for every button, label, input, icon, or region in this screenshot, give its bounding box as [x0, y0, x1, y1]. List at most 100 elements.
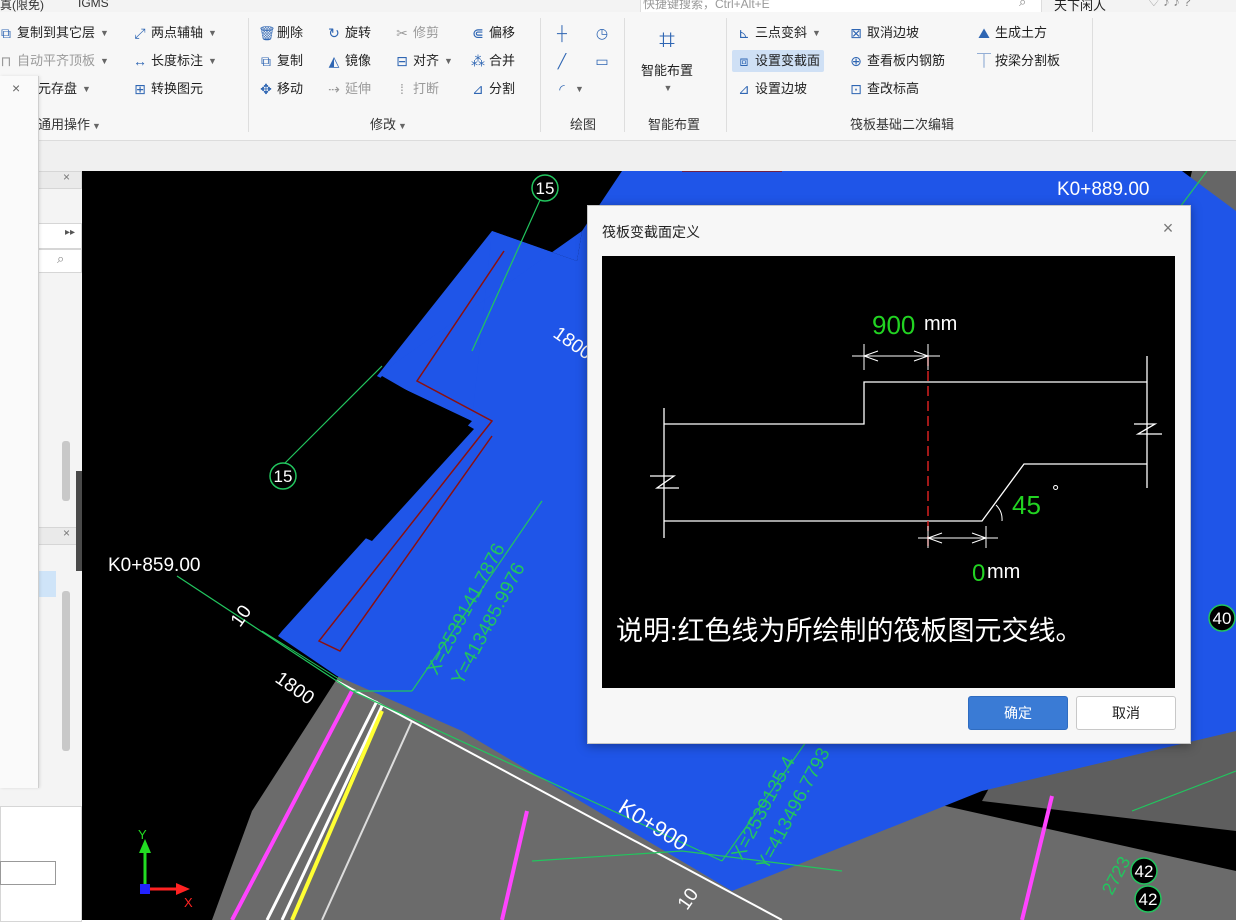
copy-to-layers-button[interactable]: ⧉ 复制到其它层 ▼	[0, 22, 109, 44]
search-icon[interactable]: ⌕	[1019, 0, 1026, 10]
line-draw-button[interactable]: ╱	[554, 50, 570, 72]
move-button[interactable]: ✥ 移动	[258, 78, 303, 100]
close-icon[interactable]: ×	[1158, 218, 1178, 238]
split-button[interactable]: ⊿ 分割	[470, 78, 515, 100]
axis-label-42b: 42	[1139, 890, 1158, 909]
top-width-value: 900	[872, 310, 915, 340]
section-diagram-svg: 900 mm 0 mm 45 ° 说明:红色线为所绘制的筏板图元交线。	[616, 310, 1162, 646]
floating-panel: ×	[0, 76, 39, 788]
close-icon[interactable]: ×	[63, 170, 70, 184]
extend-icon: ⇢	[328, 81, 340, 97]
set-slope-icon: ⊿	[738, 81, 750, 97]
edition-label: 真(限免)	[0, 0, 44, 12]
angle-unit: °	[1052, 482, 1059, 502]
dimension-icon: ↔	[133, 53, 147, 69]
two-point-axis-button[interactable]: ⤢ 两点辅轴 ▼	[132, 22, 217, 44]
bottom-offset-value: 0	[972, 560, 985, 587]
save-element-button[interactable]: 元存盘 ▼	[38, 78, 91, 100]
convert-icon: ⊞	[134, 81, 146, 97]
split-by-beam-button[interactable]: ⏉ 按梁分割板	[976, 50, 1060, 72]
rectangle-icon: ▭	[595, 53, 609, 69]
break-button[interactable]: ⁞ 打断	[394, 78, 439, 100]
station-label-top-right: K0+889.00	[1057, 179, 1149, 200]
cancel-slope-button[interactable]: ⊠ 取消边坡	[848, 22, 919, 44]
dim-label-1800-b: 1800	[271, 668, 318, 709]
angle-value: 45	[1012, 490, 1041, 520]
move-icon: ✥	[260, 81, 272, 97]
search-placeholder: 快捷键搜索，Ctrl+Alt+E	[643, 0, 770, 11]
trim-button[interactable]: ✂ 修剪	[394, 22, 439, 44]
merge-icon: ⁂	[471, 53, 485, 69]
section-icon: ⧈	[739, 53, 749, 69]
align-top-icon: ⊓	[0, 53, 12, 69]
length-dimension-button[interactable]: ↔ 长度标注 ▼	[132, 50, 217, 72]
cancel-button[interactable]: 取消	[1076, 696, 1176, 730]
axis-label-15-top: 15	[536, 179, 555, 198]
variable-section-dialog: 筏板变截面定义 × 900 mm 0 mm 45 ° 说明:红色线为所绘制的筏板…	[587, 205, 1191, 744]
rotate-icon: ↻	[328, 25, 340, 41]
break-symbol	[1134, 423, 1162, 435]
circle-icon: ◷	[595, 25, 609, 41]
diagram-note: 说明:红色线为所绘制的筏板图元交线。	[616, 616, 1083, 646]
mirror-button[interactable]: ◭ 镜像	[326, 50, 371, 72]
axis-label-15-left: 15	[274, 467, 293, 486]
ucs-x-label: X	[184, 895, 193, 910]
line-icon: ╱	[557, 53, 567, 69]
smart-layout-button[interactable]: ⌗ 智能布置 ▼	[636, 20, 698, 112]
trash-icon: 🗑	[258, 25, 276, 41]
rect-draw-button[interactable]: ▭	[594, 50, 610, 72]
rotate-button[interactable]: ↻ 旋转	[326, 22, 371, 44]
expand-icon[interactable]: ▸▸	[65, 227, 75, 238]
close-icon[interactable]: ×	[63, 526, 70, 540]
arc-draw-button[interactable]: ◜ ▼	[554, 78, 584, 100]
align-icon: ⊟	[396, 53, 408, 69]
ucs-y-label: Y	[138, 827, 147, 842]
group-label-modify[interactable]: 修改 ▼	[370, 114, 407, 133]
close-icon[interactable]: ×	[12, 80, 20, 96]
circle-draw-button[interactable]: ◷	[594, 22, 610, 44]
search-icon[interactable]: ⌕	[57, 251, 64, 267]
grid-layout-icon: ⌗	[659, 24, 675, 55]
three-point-slope-button[interactable]: ⊾ 三点变斜 ▼	[736, 22, 821, 44]
ucs-x-arrow	[176, 883, 190, 895]
axis-icon: ⤢	[134, 25, 146, 41]
slab-bottom	[664, 463, 1147, 522]
cancel-slope-icon: ⊠	[850, 25, 862, 41]
offset-icon: ⋐	[472, 25, 484, 41]
axis-label-40: 40	[1213, 609, 1232, 628]
elevation-icon: ⊡	[850, 81, 862, 97]
delete-button[interactable]: 🗑 删除	[258, 22, 303, 44]
top-width-unit: mm	[924, 313, 957, 335]
dialog-title: 筏板变截面定义	[602, 224, 700, 240]
offset-button[interactable]: ⋐ 偏移	[470, 22, 515, 44]
selected-row[interactable]	[36, 571, 56, 597]
edit-elevation-button[interactable]: ⊡ 查改标高	[848, 78, 919, 100]
set-variable-section-button[interactable]: ⧈ 设置变截面	[732, 50, 825, 72]
ucs-origin	[140, 884, 150, 894]
view-rebar-button[interactable]: ⊕ 查看板内钢筋	[848, 50, 945, 72]
copy-button[interactable]: ⧉ 复制	[258, 50, 303, 72]
point-draw-button[interactable]: ┼	[554, 22, 570, 44]
merge-button[interactable]: ⁂ 合并	[470, 50, 515, 72]
extend-button[interactable]: ⇢ 延伸	[326, 78, 371, 100]
auto-align-top-button[interactable]: ⊓ 自动平齐顶板 ▼	[0, 50, 109, 72]
property-input[interactable]	[0, 861, 56, 885]
group-label-general[interactable]: 通用操作 ▼	[38, 114, 101, 133]
split-icon: ⊿	[472, 81, 484, 97]
axis-label-42a: 42	[1135, 862, 1154, 881]
group-label-raft-edit: 筏板基础二次编辑	[850, 117, 955, 132]
app-name-label: IGMS	[78, 0, 109, 10]
station-label-left: K0+859.00	[108, 555, 200, 576]
convert-element-button[interactable]: ⊞ 转换图元	[132, 78, 203, 100]
scrollbar-thumb[interactable]	[62, 591, 70, 751]
bottom-offset-unit: mm	[987, 561, 1020, 583]
generate-earthwork-button[interactable]: ⛰ 生成土方	[976, 22, 1047, 44]
angle-arc	[995, 504, 1003, 522]
help-icon[interactable]: ♡ ♪ ♪ ?	[1148, 0, 1191, 10]
scrollbar-thumb[interactable]	[62, 441, 70, 501]
section-diagram: 900 mm 0 mm 45 ° 说明:红色线为所绘制的筏板图元交线。	[602, 256, 1175, 688]
ok-button[interactable]: 确定	[968, 696, 1068, 730]
set-slope-button[interactable]: ⊿ 设置边坡	[736, 78, 807, 100]
dim-label-10-a: 10	[227, 602, 256, 631]
align-button[interactable]: ⊟ 对齐 ▼	[394, 50, 453, 72]
